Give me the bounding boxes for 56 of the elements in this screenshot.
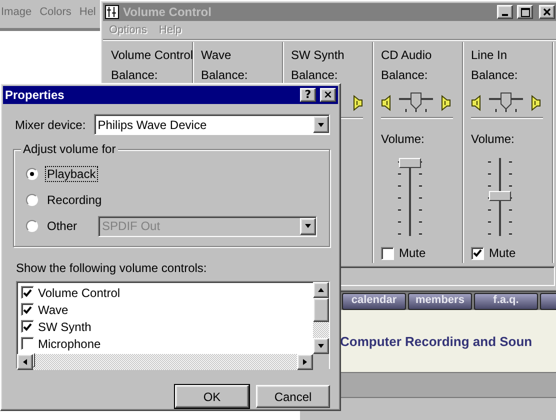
mute-checkbox[interactable]: Mute [381,246,462,260]
channel-name: Volume Control [111,48,192,64]
channel-name: Wave [201,48,232,64]
list-label: Show the following volume controls: [16,261,208,275]
list-item[interactable]: Volume Control [21,284,309,301]
right-arrow-icon [301,358,309,366]
checkmark-icon [473,249,482,257]
balance-slider[interactable] [489,92,523,114]
up-arrow-icon [317,286,325,294]
vertical-scrollbar[interactable] [313,282,329,354]
help-button[interactable]: ? [300,88,316,102]
maximize-button[interactable] [517,5,533,19]
mixer-dropdown[interactable]: Philips Wave Device [94,114,330,135]
cancel-button[interactable]: Cancel [256,385,330,408]
close-button[interactable] [539,5,555,19]
radio-option[interactable]: Playback [26,167,97,181]
scrollbar-corner [313,354,329,370]
speaker-icon [439,94,451,110]
volume-label: Volume: [381,132,426,148]
maximize-icon [520,8,530,16]
down-arrow-icon [304,222,312,230]
list-item[interactable]: SW Synth [21,318,309,335]
volume-label: Volume: [471,132,516,148]
slider-thumb[interactable] [410,92,422,110]
channel-name: SW Synth [291,48,346,64]
speaker-icon [471,94,483,110]
radio-option[interactable]: Recording [26,193,103,207]
mixer-label: Mixer device: [15,118,86,132]
group-label: Adjust volume for [21,142,118,156]
slider-thumb[interactable] [500,92,512,110]
balance-label: Balance: [291,68,339,84]
channel-name: CD Audio [381,48,433,64]
list-item[interactable]: Wave [21,301,309,318]
balance-label: Balance: [201,68,249,84]
speaker-icon [381,94,393,110]
list-item[interactable]: Microphone [21,335,309,352]
balance-label: Balance: [471,68,519,84]
channel-name: Line In [471,48,508,64]
window-title: Volume Control [123,5,212,19]
horizontal-scrollbar[interactable] [17,354,313,370]
close-button[interactable]: × [320,88,336,102]
down-arrow-icon [317,342,325,350]
balance-slider[interactable] [399,92,433,114]
left-arrow-icon [21,358,29,366]
speaker-icon [351,94,363,110]
mute-checkbox[interactable]: Mute [471,246,552,260]
speaker-icon [529,94,541,110]
down-arrow-icon [317,120,325,128]
close-icon [543,8,551,16]
site-headline: Computer Recording and Soun [340,334,532,348]
ok-button[interactable]: OK [175,385,249,408]
balance-label: Balance: [111,68,159,84]
mixer-icon [105,5,119,19]
dialog-title: Properties [5,88,66,102]
balance-label: Balance: [381,68,429,84]
minimize-button[interactable] [497,5,513,19]
